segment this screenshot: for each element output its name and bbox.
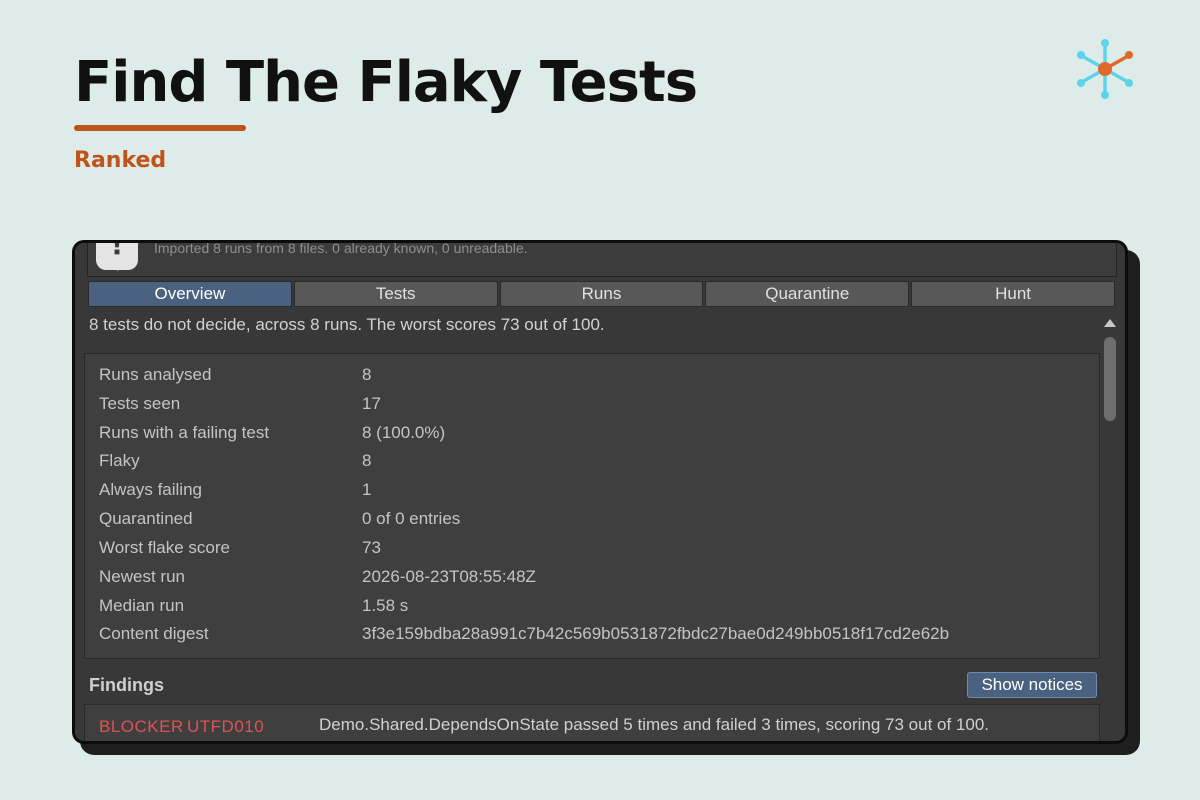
import-notice-text: Imported 8 runs from 8 files. 0 already … [154, 240, 528, 256]
finding-severity-badge: BLOCKER [99, 717, 184, 736]
stat-value: 8 [362, 451, 372, 470]
stat-value: 1 [362, 480, 372, 499]
stat-value: 2026-08-23T08:55:48Z [362, 567, 536, 586]
stat-value: 0 of 0 entries [362, 509, 461, 528]
page-subtitle: Ranked [74, 148, 167, 173]
show-notices-button[interactable]: Show notices [967, 672, 1097, 698]
findings-heading: Findings [89, 675, 164, 695]
tab-overview[interactable]: Overview [88, 281, 292, 307]
stat-label: Worst flake score [99, 538, 231, 557]
stat-label: Tests seen [99, 394, 181, 413]
stat-label: Runs with a failing test [99, 423, 270, 442]
tab-hunt[interactable]: Hunt [911, 281, 1115, 307]
exclamation-speech-bubble-icon: ! [96, 243, 138, 271]
tab-bar: Overview Tests Runs Quarantine Hunt [88, 281, 1115, 307]
finding-code: UTFD010 [187, 717, 265, 736]
stat-value: 8 [362, 365, 372, 384]
page-title: Find The Flaky Tests [74, 50, 698, 115]
title-underline [74, 125, 246, 131]
scroll-thumb[interactable] [1104, 337, 1116, 421]
stat-label: Quarantined [99, 509, 193, 528]
tab-tests[interactable]: Tests [293, 281, 498, 307]
stat-label: Flaky [99, 451, 140, 470]
stat-label: Median run [99, 596, 185, 615]
finding-row[interactable]: BLOCKER UTFD010 Demo.Shared.DependsOnSta… [84, 704, 1100, 741]
vertical-scrollbar[interactable] [1101, 315, 1119, 675]
overview-summary: 8 tests do not decide, across 8 runs. Th… [89, 315, 605, 334]
scroll-up-arrow-icon[interactable] [1104, 319, 1116, 327]
stats-panel: Runs analysed 8 Tests seen 17 Runs with … [84, 353, 1100, 659]
stat-label: Newest run [99, 567, 185, 586]
stat-value: 73 [362, 538, 381, 557]
network-logo-icon [1077, 39, 1133, 99]
stat-value: 17 [362, 394, 381, 413]
tab-quarantine[interactable]: Quarantine [705, 281, 910, 307]
import-notice: ! Imported 8 runs from 8 files. 0 alread… [87, 240, 1117, 277]
finding-message: Demo.Shared.DependsOnState passed 5 time… [319, 715, 990, 734]
tab-runs[interactable]: Runs [499, 281, 704, 307]
stat-value: 3f3e159bdba28a991c7b42c569b0531872fbdc27… [362, 624, 950, 643]
stat-label: Content digest [99, 624, 209, 643]
flaky-tests-window: e S a e c ■ S S ! Imported 8 runs from 8… [72, 240, 1128, 744]
stat-label: Runs analysed [99, 365, 212, 384]
stat-label: Always failing [99, 480, 202, 499]
stat-value: 8 (100.0%) [362, 423, 446, 442]
stat-value: 1.58 s [362, 596, 409, 615]
